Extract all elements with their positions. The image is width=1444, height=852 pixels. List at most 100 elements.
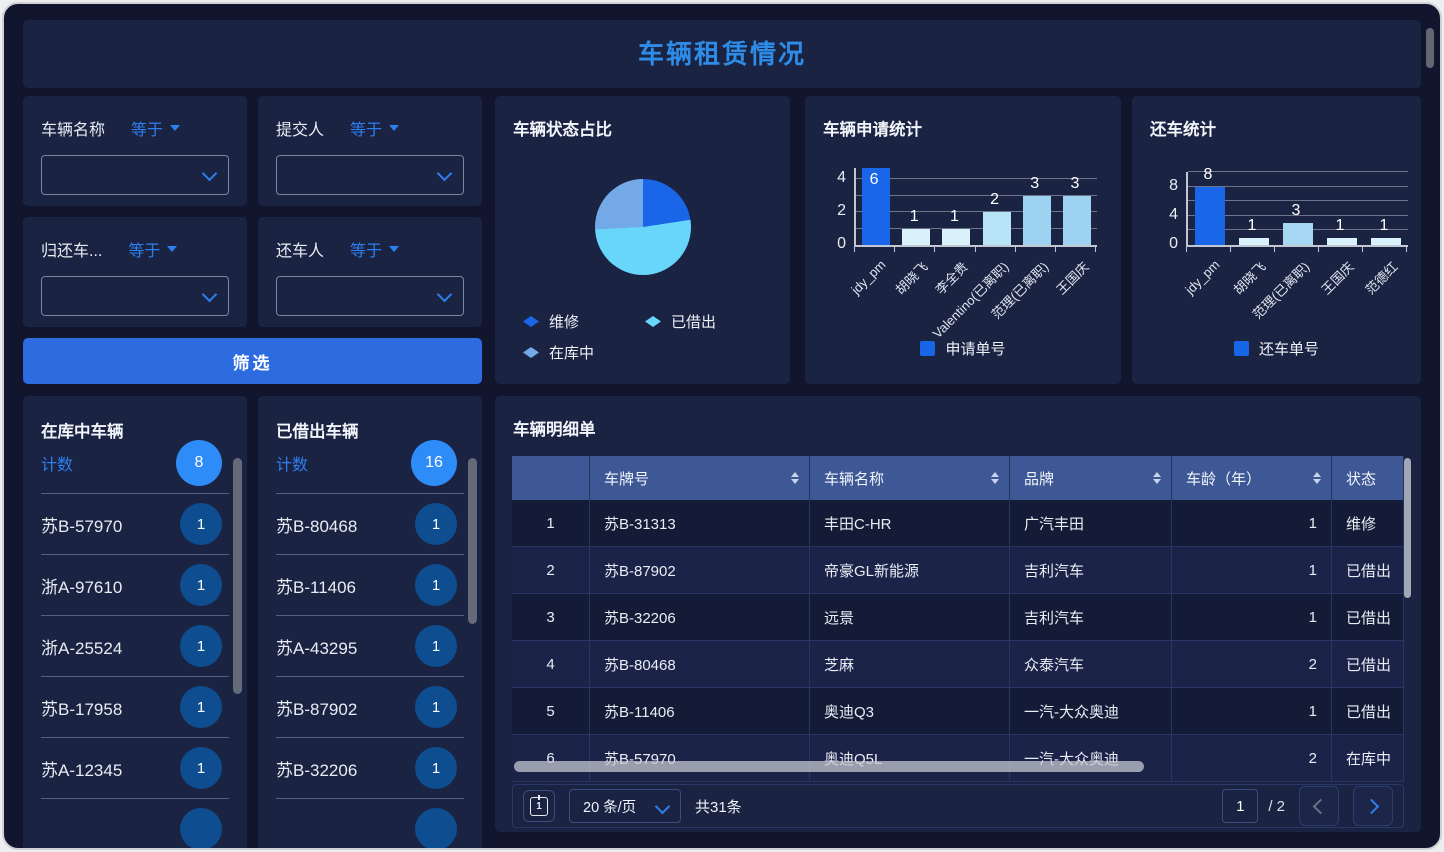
- column-header-label: 品牌: [1024, 468, 1054, 489]
- legend-square-icon: [920, 341, 935, 356]
- list-rows: 计数16苏B-804681苏B-114061苏A-432951苏B-879021…: [258, 433, 482, 850]
- filter-submit-button[interactable]: 筛选: [23, 338, 482, 384]
- count-label: 计数: [41, 451, 73, 475]
- table-cell: 苏B-80468: [590, 641, 810, 687]
- table-row[interactable]: 6苏B-57970奥迪Q5L一汽-大众奥迪2在库中: [512, 735, 1404, 782]
- filter-operator-dropdown[interactable]: 等于: [350, 237, 399, 261]
- table-vertical-scrollbar[interactable]: [1404, 458, 1411, 598]
- bar-value-label: 1: [932, 208, 976, 226]
- table-row[interactable]: 1苏B-31313丰田C-HR广汽丰田1维修: [512, 500, 1404, 547]
- filter-operator-dropdown[interactable]: 等于: [131, 116, 180, 140]
- table-horizontal-scrollbar[interactable]: [514, 761, 1144, 772]
- bar-legend[interactable]: 还车单号: [1132, 338, 1421, 359]
- table-row[interactable]: 4苏B-80468芝麻众泰汽车2已借出: [512, 641, 1404, 688]
- column-header-3[interactable]: 品牌: [1010, 456, 1172, 500]
- sort-asc-arrow: [791, 472, 799, 477]
- filter-operator-dropdown[interactable]: 等于: [128, 237, 177, 261]
- chevron-down-icon: [437, 287, 453, 303]
- page-size-select[interactable]: 20 条/页: [569, 789, 681, 823]
- table-cell: 苏B-87902: [590, 547, 810, 593]
- legend-item[interactable]: 维修: [523, 306, 645, 337]
- table-cell: 苏B-11406: [590, 688, 810, 734]
- x-axis-label-text: jdy_pm: [848, 257, 888, 297]
- x-axis-tick: [1055, 247, 1056, 252]
- sort-desc-arrow: [991, 479, 999, 484]
- page-input[interactable]: 1: [1222, 789, 1258, 823]
- pie-chart-title: 车辆状态占比: [513, 116, 612, 140]
- filter-label: 还车人: [276, 237, 324, 261]
- list-item[interactable]: 苏B-114061: [276, 555, 464, 616]
- list-count-row: 计数8: [41, 433, 229, 494]
- list-item[interactable]: 浙A-976101: [41, 555, 229, 616]
- column-header-4[interactable]: 车龄（年）: [1172, 456, 1332, 500]
- bar-value-label: 1: [1362, 217, 1406, 235]
- item-count-badge: 1: [180, 747, 222, 789]
- chevron-down-icon: [437, 166, 453, 182]
- prev-page-button[interactable]: [1299, 786, 1339, 826]
- legend-label: 在库中: [549, 342, 594, 363]
- filter-select[interactable]: [276, 276, 464, 316]
- list-item[interactable]: 苏B-879021: [276, 677, 464, 738]
- item-count-badge: 1: [415, 747, 457, 789]
- table-cell: 苏B-31313: [590, 500, 810, 546]
- list-item[interactable]: 苏A-123451: [41, 738, 229, 799]
- filter-label: 车辆名称: [41, 116, 105, 140]
- column-header-label: 车牌号: [604, 468, 649, 489]
- legend-diamond-icon: [523, 347, 539, 358]
- filter-select[interactable]: [276, 155, 464, 195]
- column-header-1[interactable]: 车牌号: [590, 456, 810, 500]
- table-cell: 丰田C-HR: [810, 500, 1010, 546]
- legend-item[interactable]: 在库中: [523, 337, 645, 368]
- filter-operator-dropdown[interactable]: 等于: [350, 116, 399, 140]
- y-axis-tick: 4: [812, 169, 846, 187]
- list-item[interactable]: 浙A-255241: [41, 616, 229, 677]
- bar-value-label: 1: [1318, 217, 1362, 235]
- list-panel-1: 已借出车辆计数16苏B-804681苏B-114061苏A-432951苏B-8…: [258, 396, 482, 850]
- bar: [1063, 196, 1091, 245]
- column-header-0: [512, 456, 590, 500]
- filter-operator-value: 等于: [128, 237, 160, 261]
- filter-grid: 车辆名称等于提交人等于归还车...等于还车人等于: [23, 96, 482, 327]
- next-page-button[interactable]: [1353, 786, 1393, 826]
- legend-item[interactable]: 已借出: [645, 306, 767, 337]
- x-axis-tick: [1015, 247, 1016, 252]
- page-title: 车辆租赁情况: [23, 20, 1421, 88]
- filter-select[interactable]: [41, 276, 229, 316]
- x-axis-label-text: 王国庆: [1316, 257, 1357, 298]
- refresh-button[interactable]: 1: [523, 790, 555, 822]
- table-row[interactable]: 3苏B-32206远景吉利汽车1已借出: [512, 594, 1404, 641]
- bar: [1283, 223, 1313, 245]
- window-scrollbar[interactable]: [1426, 28, 1434, 68]
- list-item[interactable]: 苏B-804681: [276, 494, 464, 555]
- chevron-down-icon: [655, 799, 671, 815]
- table-cell: 广汽丰田: [1010, 500, 1172, 546]
- table-row[interactable]: 2苏B-87902帝豪GL新能源吉利汽车1已借出: [512, 547, 1404, 594]
- list-item-partial: [41, 799, 229, 850]
- list-item[interactable]: 苏B-32206 1: [276, 738, 464, 799]
- table-cell: 芝麻: [810, 641, 1010, 687]
- list-item-label: 苏B-80468: [276, 512, 357, 537]
- item-count-badge: [415, 808, 457, 850]
- list-item-label: 苏B-32206: [276, 756, 357, 781]
- x-axis-tick: [1095, 247, 1096, 252]
- list-item[interactable]: 苏A-432951: [276, 616, 464, 677]
- list-scrollbar[interactable]: [468, 458, 477, 624]
- bar-legend[interactable]: 申请单号: [805, 338, 1121, 359]
- filter-select[interactable]: [41, 155, 229, 195]
- page-size-value: 20 条/页: [583, 796, 636, 817]
- y-axis-tick: 0: [1144, 235, 1178, 253]
- x-axis-label-text: 王国庆: [1051, 257, 1092, 298]
- list-item-label: 苏B-11406: [276, 573, 356, 598]
- table-cell: 6: [512, 735, 590, 781]
- list-item[interactable]: 苏B-579701: [41, 494, 229, 555]
- x-axis-tick: [894, 247, 895, 252]
- bar-value-label: 6: [852, 171, 896, 189]
- bar: [942, 229, 970, 245]
- sort-desc-arrow: [1153, 479, 1161, 484]
- list-item-label: 苏A-43295: [276, 634, 357, 659]
- list-item[interactable]: 苏B-179581: [41, 677, 229, 738]
- table-row[interactable]: 5苏B-11406奥迪Q3一汽-大众奥迪1已借出: [512, 688, 1404, 735]
- list-scrollbar[interactable]: [233, 458, 242, 694]
- column-header-2[interactable]: 车辆名称: [810, 456, 1010, 500]
- item-count-badge: 1: [415, 686, 457, 728]
